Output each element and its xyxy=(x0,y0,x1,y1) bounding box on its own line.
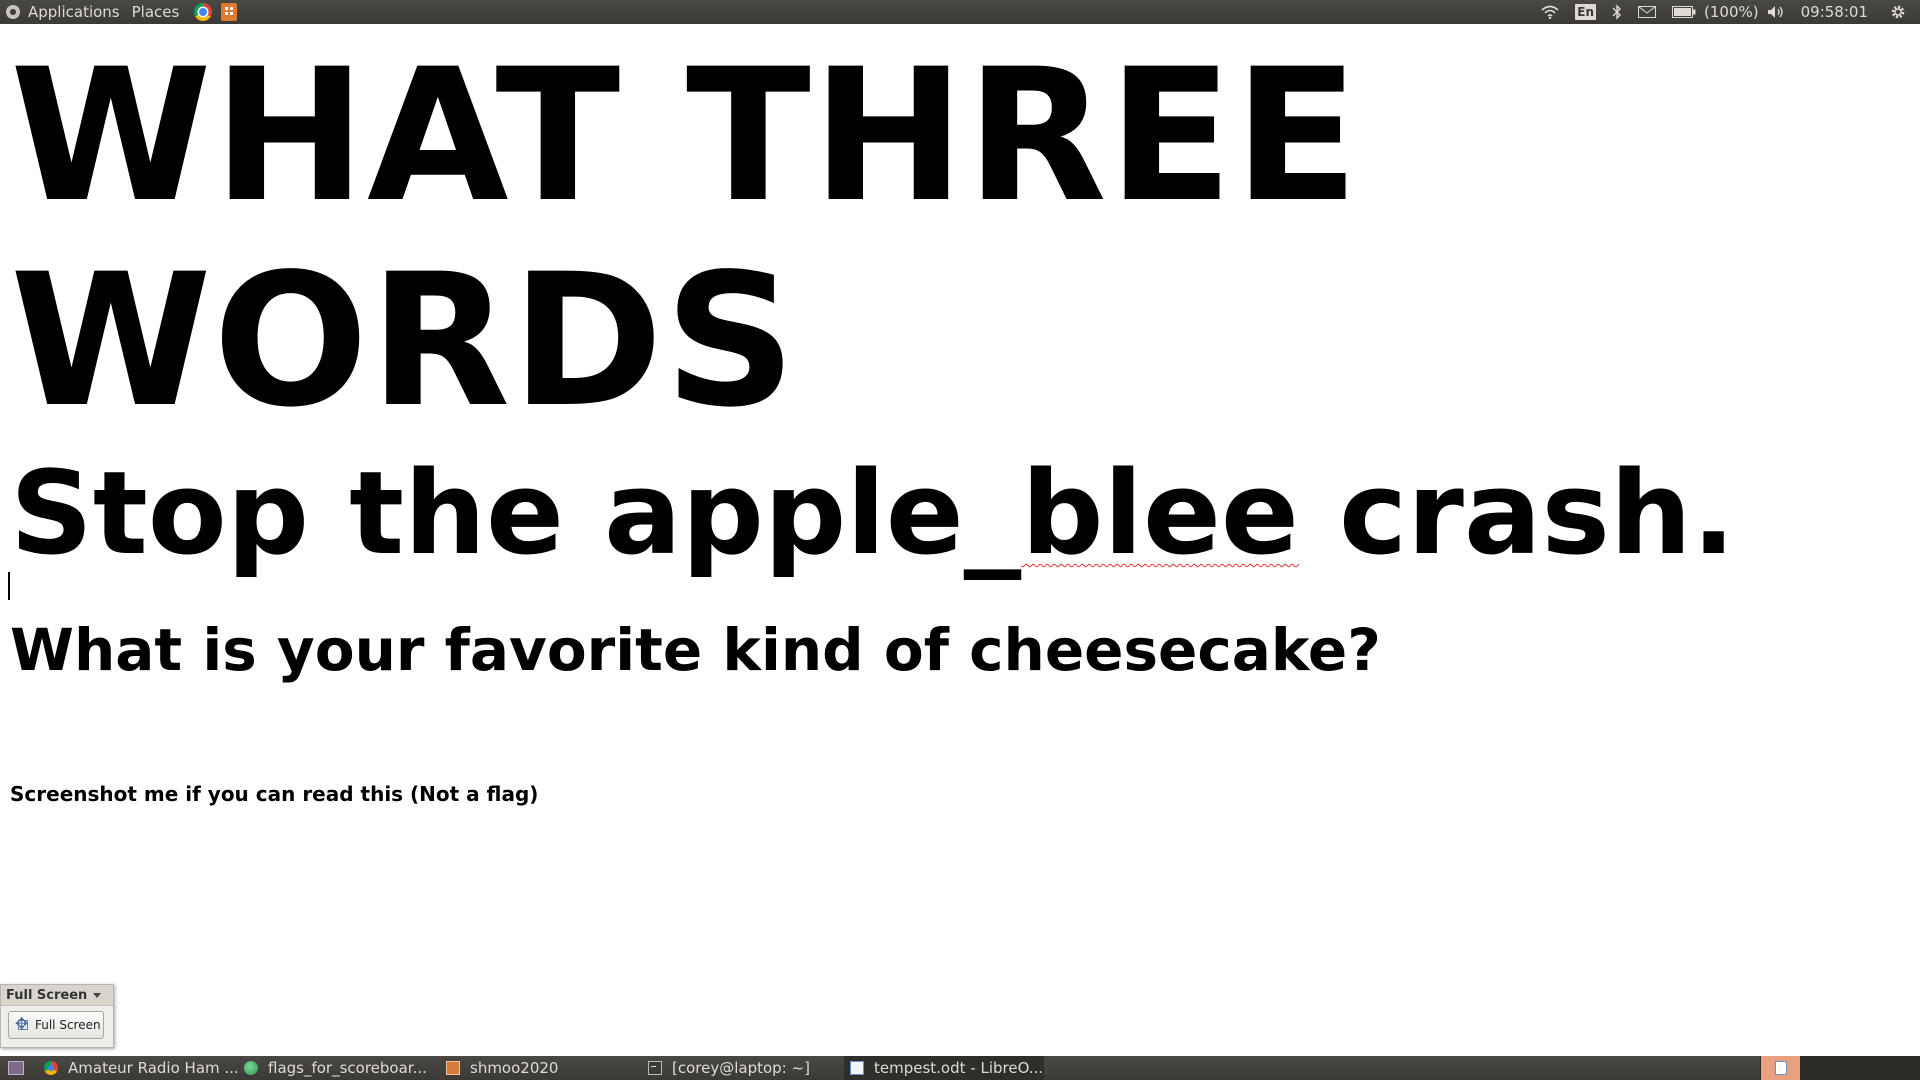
heading-what-three-words: WHAT THREE WORDS xyxy=(10,30,1360,448)
chrome-icon xyxy=(44,1061,58,1075)
writer-doc-icon xyxy=(850,1061,864,1075)
screenshot-note: Screenshot me if you can read this (Not … xyxy=(10,782,539,806)
battery-icon[interactable] xyxy=(1672,6,1696,18)
bottom-panel: Amateur Radio Ham ... flags_for_scoreboa… xyxy=(0,1056,1920,1080)
heading-stop-crash: Stop the apple_blee crash. xyxy=(10,444,1735,584)
writer-window-thumbnail xyxy=(1774,1061,1787,1075)
full-screen-button-label: Full Screen xyxy=(35,1018,101,1032)
heading-stop-crash-end: crash. xyxy=(1298,447,1736,581)
top-panel-left: Applications Places xyxy=(0,0,239,24)
clock[interactable]: 09:58:01 xyxy=(1801,3,1868,21)
sublime-launcher[interactable] xyxy=(219,2,239,22)
places-menu[interactable]: Places xyxy=(128,0,188,24)
workspace-1[interactable] xyxy=(1760,1056,1800,1080)
task-label: tempest.odt - LibreO... xyxy=(874,1059,1044,1077)
keyboard-language-indicator[interactable]: En xyxy=(1575,4,1597,20)
workspace-switcher xyxy=(1760,1056,1920,1080)
show-desktop-icon[interactable] xyxy=(8,1061,24,1075)
heading-stop-crash-start: Stop the apple_ xyxy=(10,447,1022,581)
terminal-icon xyxy=(648,1061,662,1075)
task-shmoo2020[interactable]: shmoo2020 xyxy=(440,1056,642,1080)
gear-icon[interactable] xyxy=(1890,4,1906,20)
misspelled-word[interactable]: blee xyxy=(1021,447,1299,581)
globe-icon xyxy=(244,1061,258,1075)
document-canvas[interactable]: WHAT THREE WORDS Stop the apple_blee cra… xyxy=(0,24,1920,1056)
workspace-3[interactable] xyxy=(1840,1056,1880,1080)
task-amateur-radio[interactable]: Amateur Radio Ham ... xyxy=(38,1056,238,1080)
workspace-2[interactable] xyxy=(1800,1056,1840,1080)
task-tempest-odt[interactable]: tempest.odt - LibreO... xyxy=(844,1056,1044,1080)
applications-menu[interactable]: Applications xyxy=(24,0,128,24)
language-badge: En xyxy=(1575,4,1597,20)
heading-cheesecake-question: What is your favorite kind of cheesecake… xyxy=(10,616,1381,684)
image-viewer-icon xyxy=(446,1061,460,1075)
chevron-down-icon[interactable] xyxy=(93,992,102,998)
fullscreen-toolbar: Full Screen Full Screen xyxy=(0,984,114,1048)
full-screen-button[interactable]: Full Screen xyxy=(8,1011,104,1039)
battery-percentage: (100%) xyxy=(1704,3,1759,21)
chrome-launcher-icon xyxy=(194,3,213,21)
task-label: shmoo2020 xyxy=(470,1059,559,1077)
task-label: flags_for_scoreboar... xyxy=(268,1059,427,1077)
fullscreen-toolbar-title-label: Full Screen xyxy=(6,987,88,1003)
task-label: [corey@laptop: ~] xyxy=(672,1059,810,1077)
wifi-icon[interactable] xyxy=(1541,5,1559,19)
fullscreen-icon xyxy=(15,1014,31,1033)
top-panel: Applications Places En (100%) 09:58:01 xyxy=(0,0,1920,24)
task-flags-for-scoreboard[interactable]: flags_for_scoreboar... xyxy=(238,1056,440,1080)
top-panel-indicators: En (100%) 09:58:01 xyxy=(1533,0,1920,24)
bluetooth-icon[interactable] xyxy=(1612,4,1622,20)
task-label: Amateur Radio Ham ... xyxy=(68,1059,238,1077)
task-terminal[interactable]: [corey@laptop: ~] xyxy=(642,1056,844,1080)
fullscreen-toolbar-title[interactable]: Full Screen xyxy=(1,985,113,1006)
sublime-launcher-icon xyxy=(221,3,238,21)
chrome-launcher[interactable] xyxy=(193,2,213,22)
workspace-4[interactable] xyxy=(1880,1056,1920,1080)
mail-icon[interactable] xyxy=(1638,6,1657,18)
volume-icon[interactable] xyxy=(1767,5,1785,19)
text-cursor xyxy=(8,572,10,600)
ubuntu-menu-icon[interactable] xyxy=(6,5,20,19)
